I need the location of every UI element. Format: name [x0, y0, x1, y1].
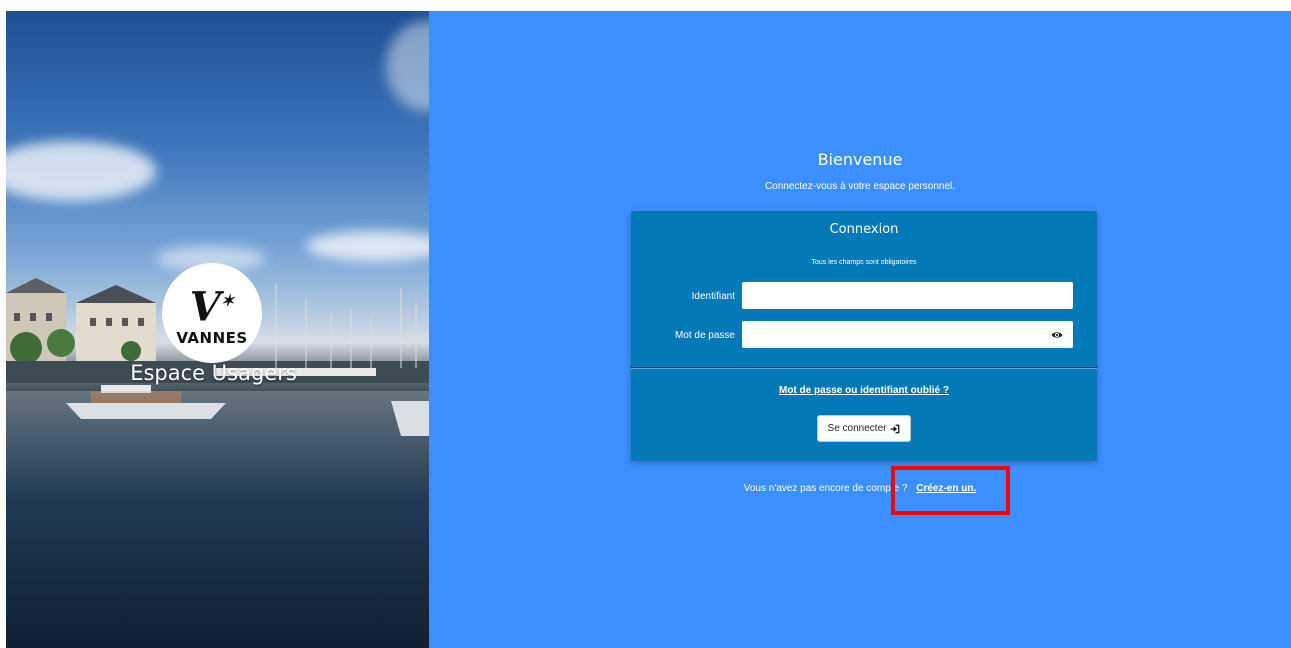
login-button[interactable]: Se connecter — [817, 415, 911, 442]
password-label: Mot de passe — [674, 330, 735, 341]
espace-usagers-caption: Espace Usagers — [130, 361, 297, 385]
cloud — [6, 141, 156, 201]
identifier-label: Identifiant — [691, 291, 735, 302]
login-card: Connexion Tous les champs sont obligatoi… — [631, 211, 1097, 461]
required-fields-note: Tous les champs sont obligatoires — [811, 259, 917, 266]
cloud — [306, 231, 429, 261]
password-input[interactable] — [742, 321, 1073, 348]
login-panel: Bienvenue Connectez-vous à votre espace … — [429, 11, 1291, 648]
signup-prompt: Vous n'avez pas encore de compte ? Créez… — [429, 483, 1291, 494]
show-password-eye-icon[interactable] — [1051, 330, 1063, 340]
welcome-title: Bienvenue — [817, 150, 903, 169]
card-title: Connexion — [829, 222, 899, 237]
sign-in-icon — [891, 424, 900, 433]
login-button-label: Se connecter — [827, 423, 887, 434]
welcome-subtitle: Connectez-vous à votre espace personnel. — [764, 181, 956, 192]
harbor-photo: V✶ VANNES Espace Usagers — [6, 11, 429, 648]
logo-name: VANNES — [176, 329, 248, 348]
annotation-highlight-box — [891, 466, 1010, 515]
vannes-logo: V✶ VANNES — [162, 263, 262, 363]
identifier-input[interactable] — [742, 282, 1073, 309]
logo-mark: V✶ — [189, 283, 235, 331]
signup-prompt-text: Vous n'avez pas encore de compte ? — [743, 483, 908, 494]
cloud — [386, 21, 429, 111]
forgot-credentials-link[interactable]: Mot de passe ou identifiant oublié ? — [631, 385, 1097, 396]
app-frame: V✶ VANNES Espace Usagers Bienvenue Conne… — [6, 11, 1291, 648]
card-divider — [631, 367, 1097, 369]
water — [6, 391, 429, 648]
